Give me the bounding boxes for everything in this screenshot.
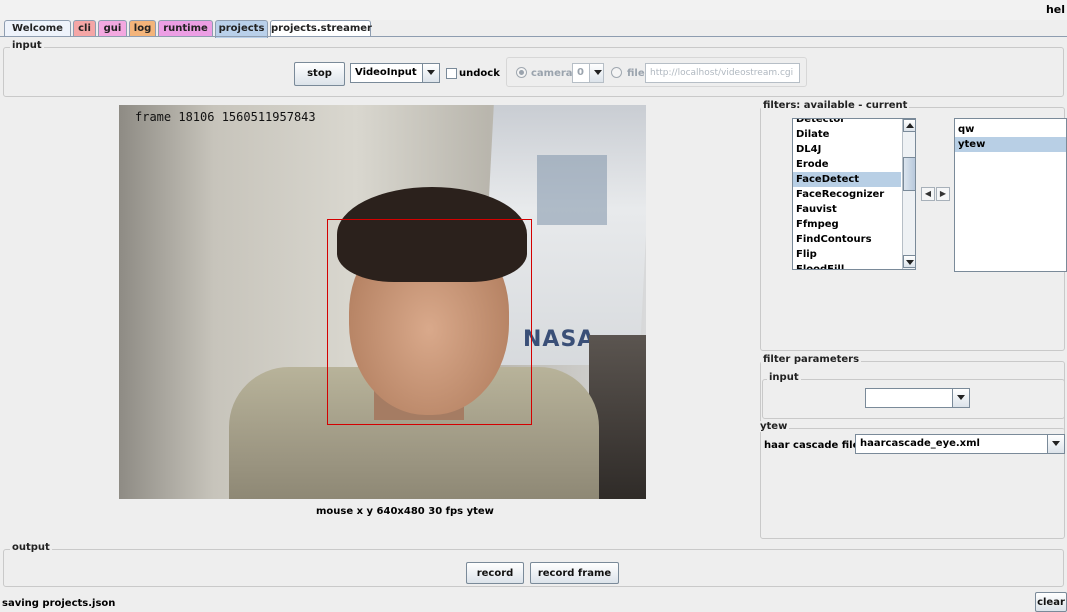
file-label: file <box>627 68 645 79</box>
status-message: saving projects.json <box>2 598 116 609</box>
tab-gui[interactable]: gui <box>98 20 127 37</box>
filter-parameters-title: filter parameters <box>761 354 862 365</box>
available-filter-item[interactable]: Erode <box>793 157 901 172</box>
tab-runtime[interactable]: runtime <box>158 20 213 37</box>
video-display[interactable]: NASA frame 18106 1560511957843 <box>119 105 646 499</box>
ytew-section-title: ytew <box>758 421 790 432</box>
move-filter-right-button[interactable]: ▶ <box>936 187 950 201</box>
scroll-thumb[interactable] <box>903 157 915 191</box>
window-top-strip <box>0 0 1067 20</box>
filter-input-select[interactable] <box>865 388 970 408</box>
undock-checkbox[interactable] <box>446 68 457 79</box>
camera-index-value: 0 <box>577 67 584 78</box>
help-menu[interactable]: hel <box>1046 3 1065 16</box>
available-filter-item[interactable]: FaceRecognizer <box>793 187 901 202</box>
scroll-down-icon[interactable] <box>903 255 915 268</box>
poster-text: NASA <box>523 327 596 352</box>
file-radio[interactable] <box>611 67 622 78</box>
tab-underline <box>0 36 1067 37</box>
available-filters-scrollbar[interactable] <box>902 119 915 269</box>
available-filter-item[interactable]: Ffmpeg <box>793 217 901 232</box>
face-detection-box <box>327 219 532 425</box>
available-filter-item[interactable]: Detector <box>793 119 901 127</box>
record-frame-button[interactable]: record frame <box>530 562 619 584</box>
video-source-select[interactable]: VideoInput <box>350 63 440 83</box>
arrow-left-icon: ◀ <box>924 189 932 198</box>
available-filter-item[interactable]: Flip <box>793 247 901 262</box>
camera-radio[interactable] <box>516 67 527 78</box>
stop-button[interactable]: stop <box>294 62 345 86</box>
current-filters-list[interactable]: qw ytew <box>954 118 1067 272</box>
available-filter-item[interactable]: Dilate <box>793 127 901 142</box>
tab-cli[interactable]: cli <box>73 20 96 37</box>
current-filter-item[interactable]: ytew <box>955 137 1066 152</box>
file-url-value: http://localhost/videostream.cgi <box>650 68 794 78</box>
frame-counter-text: frame 18106 1560511957843 <box>135 110 316 124</box>
camera-index-select[interactable]: 0 <box>572 63 604 83</box>
arrow-right-icon: ▶ <box>939 189 947 198</box>
available-filter-item[interactable]: FaceDetect <box>793 172 901 187</box>
chevron-down-icon[interactable] <box>1047 435 1064 453</box>
chevron-down-icon[interactable] <box>589 64 603 82</box>
output-panel-title: output <box>10 542 52 553</box>
tab-projects-streamer[interactable]: projects.streamer <box>270 20 372 37</box>
poster-blue-block <box>537 155 607 225</box>
video-source-value: VideoInput <box>355 67 417 78</box>
available-filter-item[interactable]: FloodFill <box>793 262 901 269</box>
input-panel-title: input <box>10 40 44 51</box>
available-filters-list[interactable]: Detector Dilate DL4J Erode FaceDetect FaceRec… <box>792 118 916 270</box>
record-button[interactable]: record <box>466 562 524 584</box>
scroll-up-icon[interactable] <box>903 119 915 132</box>
chevron-down-icon[interactable] <box>422 64 439 82</box>
haar-cascade-label: haar cascade file <box>764 440 860 451</box>
tab-welcome[interactable]: Welcome <box>4 20 71 37</box>
undock-label: undock <box>459 68 500 79</box>
clear-button[interactable]: clear <box>1035 592 1067 612</box>
tab-log[interactable]: log <box>129 20 156 37</box>
file-url-input[interactable]: http://localhost/videostream.cgi <box>645 63 800 83</box>
filter-input-section-title: input <box>767 372 801 383</box>
available-filter-item[interactable]: DL4J <box>793 142 901 157</box>
available-filter-item[interactable]: FindContours <box>793 232 901 247</box>
current-filter-item[interactable]: qw <box>955 122 1066 137</box>
move-filter-left-button[interactable]: ◀ <box>921 187 935 201</box>
camera-label: camera <box>531 68 573 79</box>
haar-cascade-select[interactable]: haarcascade_eye.xml <box>855 434 1065 454</box>
chevron-down-icon[interactable] <box>952 389 969 407</box>
video-status-text: mouse x y 640x480 30 fps ytew <box>316 506 494 517</box>
filters-panel-title: filters: available - current <box>761 100 910 111</box>
haar-cascade-value: haarcascade_eye.xml <box>860 438 980 449</box>
available-filter-item[interactable]: Fauvist <box>793 202 901 217</box>
